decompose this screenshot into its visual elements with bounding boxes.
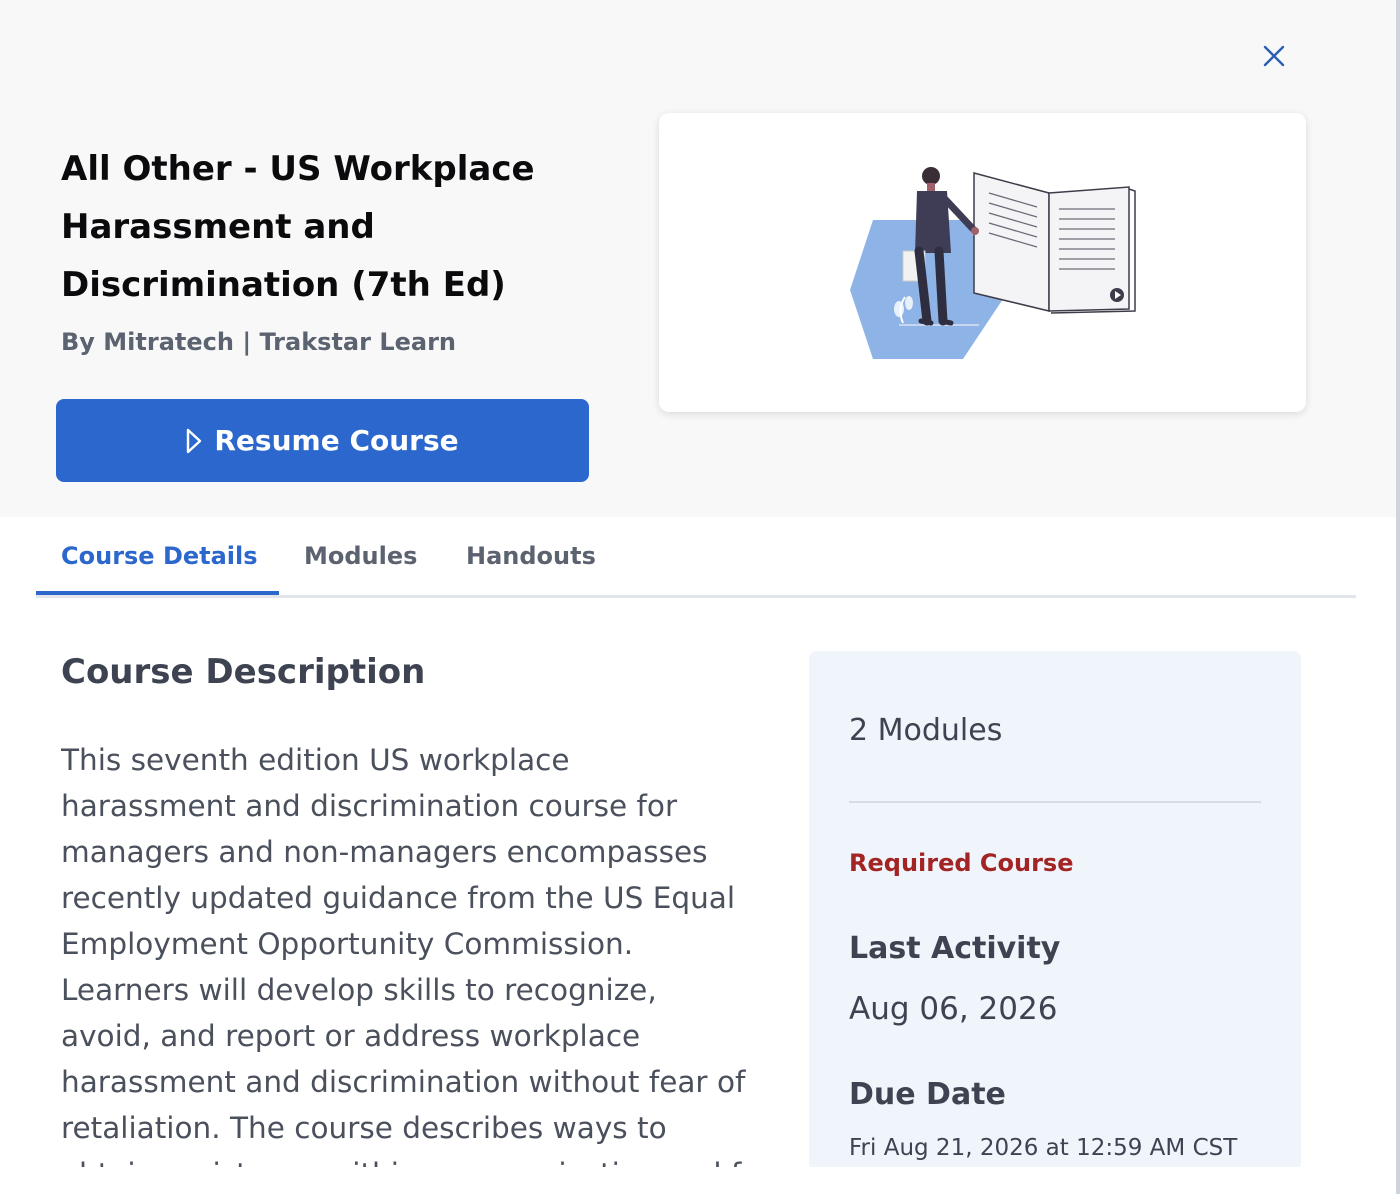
course-description-heading: Course Description: [61, 652, 426, 692]
modal-bottom-edge: [0, 1167, 1396, 1194]
last-activity-label: Last Activity: [849, 931, 1061, 966]
modules-count: 2 Modules: [849, 713, 1003, 748]
course-author: By Mitratech | Trakstar Learn: [61, 328, 457, 356]
due-date-label: Due Date: [849, 1077, 1006, 1112]
course-description-text: This seventh edition US workplace harass…: [61, 743, 746, 1167]
resume-course-button[interactable]: Resume Course: [56, 399, 589, 482]
resume-course-label: Resume Course: [214, 424, 459, 457]
last-activity-value: Aug 06, 2026: [849, 991, 1058, 1027]
course-hero: All Other - US Workplace Harassment and …: [0, 0, 1396, 517]
close-icon: [1263, 45, 1285, 67]
panel-divider: [849, 801, 1261, 803]
course-info-panel: 2 Modules Required Course Last Activity …: [809, 651, 1301, 1171]
course-tabs: Course Details Modules Handouts: [36, 517, 1356, 598]
active-tab-indicator: [36, 591, 279, 595]
tab-course-details[interactable]: Course Details: [61, 517, 258, 595]
course-image-card: [659, 113, 1306, 412]
tab-handouts[interactable]: Handouts: [466, 517, 596, 595]
course-modal: All Other - US Workplace Harassment and …: [0, 0, 1396, 1194]
due-date-value: Fri Aug 21, 2026 at 12:59 AM CST: [849, 1135, 1238, 1161]
play-outline-icon: [187, 428, 202, 453]
close-button[interactable]: [1258, 40, 1290, 72]
course-illustration: [850, 167, 1136, 359]
required-course-badge: Required Course: [849, 849, 1074, 877]
background-page-edge: [1396, 0, 1400, 1194]
tab-modules[interactable]: Modules: [304, 517, 417, 595]
course-title: All Other - US Workplace Harassment and …: [61, 149, 535, 305]
